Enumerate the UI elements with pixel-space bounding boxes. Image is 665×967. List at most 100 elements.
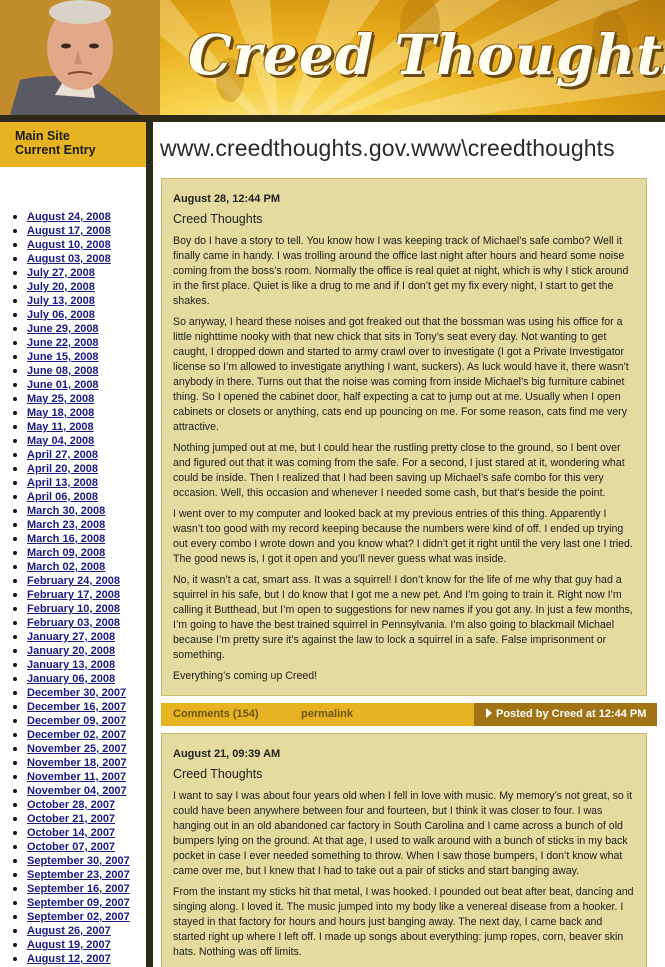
bullet-icon — [13, 845, 17, 850]
archive-link[interactable]: February 03, 2008 — [27, 617, 120, 629]
archive-item: August 17, 2008 — [13, 224, 130, 238]
archive-link[interactable]: December 30, 2007 — [27, 687, 126, 699]
blog-post: August 28, 12:44 PM Creed Thoughts Boy d… — [161, 178, 647, 696]
nav-current-entry-link[interactable]: Current Entry — [15, 143, 146, 157]
archive-link[interactable]: November 04, 2007 — [27, 785, 127, 797]
archive-item: January 20, 2008 — [13, 644, 130, 658]
archive-link[interactable]: September 23, 2007 — [27, 869, 130, 881]
archive-link[interactable]: March 30, 2008 — [27, 505, 105, 517]
archive-link[interactable]: September 02, 2007 — [27, 911, 130, 923]
archive-link[interactable]: September 09, 2007 — [27, 897, 130, 909]
archive-link[interactable]: November 25, 2007 — [27, 743, 127, 755]
bullet-icon — [13, 621, 17, 626]
archive-link[interactable]: October 14, 2007 — [27, 827, 115, 839]
archive-link[interactable]: October 07, 2007 — [27, 841, 115, 853]
archive-item: August 03, 2008 — [13, 252, 130, 266]
archive-link[interactable]: May 25, 2008 — [27, 393, 94, 405]
archive-link[interactable]: May 11, 2008 — [27, 421, 94, 433]
archive-link[interactable]: March 02, 2008 — [27, 561, 105, 573]
archive-link[interactable]: July 13, 2008 — [27, 295, 95, 307]
bullet-icon — [13, 537, 17, 542]
archive-link[interactable]: June 01, 2008 — [27, 379, 99, 391]
archive-link[interactable]: August 26, 2007 — [27, 925, 111, 937]
archive-link[interactable]: August 19, 2007 — [27, 939, 111, 951]
archive-link[interactable]: March 16, 2008 — [27, 533, 105, 545]
bullet-icon — [13, 467, 17, 472]
post-date: August 21, 09:39 AM — [173, 748, 281, 760]
archive-item: July 20, 2008 — [13, 280, 130, 294]
post-paragraph: So anyway, I heard these noises and got … — [173, 316, 629, 433]
post-paragraph: From the instant my sticks hit that meta… — [173, 886, 634, 958]
archive-link[interactable]: April 06, 2008 — [27, 491, 98, 503]
archive-link[interactable]: December 09, 2007 — [27, 715, 126, 727]
bullet-icon — [13, 915, 17, 920]
archive-link[interactable]: August 10, 2008 — [27, 239, 111, 251]
archive-link[interactable]: November 11, 2007 — [27, 771, 126, 783]
archive-item: May 25, 2008 — [13, 392, 130, 406]
archive-item: June 29, 2008 — [13, 322, 130, 336]
site-title: Creed Thoughts — [188, 22, 665, 87]
posted-by-text: Posted by Creed at 12:44 PM — [496, 708, 647, 720]
archive-item: August 24, 2008 — [13, 210, 130, 224]
archive-link[interactable]: March 23, 2008 — [27, 519, 105, 531]
bullet-icon — [13, 691, 17, 696]
archive-item: March 02, 2008 — [13, 560, 130, 574]
archive-link[interactable]: July 20, 2008 — [27, 281, 95, 293]
bullet-icon — [13, 481, 17, 486]
archive-item: April 13, 2008 — [13, 476, 130, 490]
archive-link[interactable]: June 29, 2008 — [27, 323, 99, 335]
archive-link[interactable]: July 06, 2008 — [27, 309, 95, 321]
comments-link[interactable]: Comments (154) — [173, 708, 259, 720]
archive-link[interactable]: October 21, 2007 — [27, 813, 115, 825]
post-date: August 28, 12:44 PM — [173, 193, 280, 205]
bullet-icon — [13, 803, 17, 808]
archive-link[interactable]: January 20, 2008 — [27, 645, 115, 657]
bullet-icon — [13, 383, 17, 388]
permalink-link[interactable]: permalink — [301, 708, 353, 720]
archive-list: August 24, 2008 August 17, 2008 August 10,… — [13, 210, 130, 966]
bullet-icon — [13, 495, 17, 500]
archive-link[interactable]: January 27, 2008 — [27, 631, 115, 643]
archive-link[interactable]: November 18, 2007 — [27, 757, 127, 769]
archive-link[interactable]: August 03, 2008 — [27, 253, 111, 265]
archive-link[interactable]: March 09, 2008 — [27, 547, 105, 559]
archive-link[interactable]: January 06, 2008 — [27, 673, 115, 685]
bullet-icon — [13, 271, 17, 276]
archive-link[interactable]: August 24, 2008 — [27, 211, 111, 223]
archive-link[interactable]: April 20, 2008 — [27, 463, 98, 475]
post-paragraph: Everything’s coming up Creed! — [173, 670, 318, 682]
archive-link[interactable]: October 28, 2007 — [27, 799, 115, 811]
archive-link[interactable]: February 24, 2008 — [27, 575, 120, 587]
archive-link[interactable]: February 10, 2008 — [27, 603, 120, 615]
archive-link[interactable]: April 13, 2008 — [27, 477, 98, 489]
archive-link[interactable]: April 27, 2008 — [27, 449, 98, 461]
archive-link[interactable]: December 02, 2007 — [27, 729, 126, 741]
archive-link[interactable]: September 30, 2007 — [27, 855, 130, 867]
main-content: www.creedthoughts.gov.www\creedthoughts … — [153, 122, 665, 967]
archive-link[interactable]: June 22, 2008 — [27, 337, 99, 349]
archive-link[interactable]: August 17, 2008 — [27, 225, 111, 237]
archive-item: August 26, 2007 — [13, 924, 130, 938]
archive-link[interactable]: August 12, 2007 — [27, 953, 111, 965]
archive-item: March 30, 2008 — [13, 504, 130, 518]
archive-link[interactable]: July 27, 2008 — [27, 267, 95, 279]
nav-main-site-link[interactable]: Main Site — [15, 129, 146, 143]
archive-link[interactable]: February 17, 2008 — [27, 589, 120, 601]
bullet-icon — [13, 789, 17, 794]
archive-item: December 09, 2007 — [13, 714, 130, 728]
archive-item: September 23, 2007 — [13, 868, 130, 882]
archive-link[interactable]: December 16, 2007 — [27, 701, 126, 713]
bullet-icon — [13, 761, 17, 766]
archive-link[interactable]: January 13, 2008 — [27, 659, 115, 671]
archive-item: October 21, 2007 — [13, 812, 130, 826]
archive-link[interactable]: May 18, 2008 — [27, 407, 94, 419]
post-title: Creed Thoughts — [173, 212, 263, 226]
bullet-icon — [13, 243, 17, 248]
archive-link[interactable]: September 16, 2007 — [27, 883, 130, 895]
archive-link[interactable]: June 08, 2008 — [27, 365, 99, 377]
bullet-icon — [13, 453, 17, 458]
archive-item: August 10, 2008 — [13, 238, 130, 252]
archive-item: September 09, 2007 — [13, 896, 130, 910]
archive-link[interactable]: May 04, 2008 — [27, 435, 94, 447]
archive-link[interactable]: June 15, 2008 — [27, 351, 99, 363]
